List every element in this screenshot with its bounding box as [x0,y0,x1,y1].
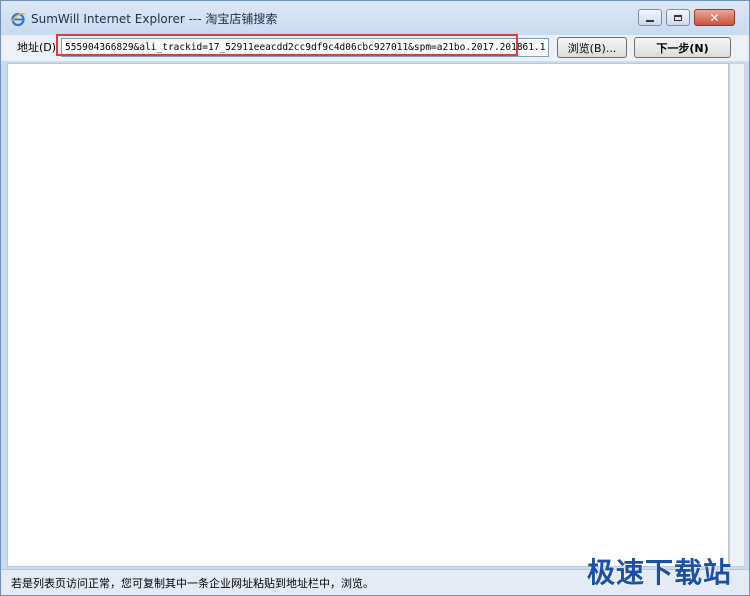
status-text: 若是列表页访问正常，您可复制其中一条企业网址粘贴到地址栏中，浏览。 [11,577,374,590]
close-icon: ✕ [709,10,720,25]
address-label: 地址(D) [17,41,57,54]
browse-button[interactable]: 浏览(B)... [557,37,627,58]
close-button[interactable]: ✕ [694,9,735,26]
title-bar[interactable]: SumWill Internet Explorer --- 淘宝店铺搜索 ✕ [1,1,749,35]
watermark-logo: 极速下载站 [586,556,732,589]
vertical-scrollbar[interactable] [729,63,745,567]
app-window: SumWill Internet Explorer --- 淘宝店铺搜索 ✕ 地… [0,0,750,596]
browser-content-area[interactable] [7,63,729,567]
minimize-icon [646,19,654,22]
address-input[interactable]: 555904366829&ali_trackid=17_52911eeacdd2… [61,38,549,57]
minimize-button[interactable] [638,9,662,26]
maximize-icon [674,14,682,21]
maximize-button[interactable] [666,9,690,26]
next-step-button[interactable]: 下一步(N) [634,37,731,58]
ie-icon [10,11,26,27]
window-controls: ✕ [634,9,735,26]
window-title: SumWill Internet Explorer --- 淘宝店铺搜索 [31,12,278,26]
address-toolbar: 地址(D) 555904366829&ali_trackid=17_52911e… [1,35,749,61]
